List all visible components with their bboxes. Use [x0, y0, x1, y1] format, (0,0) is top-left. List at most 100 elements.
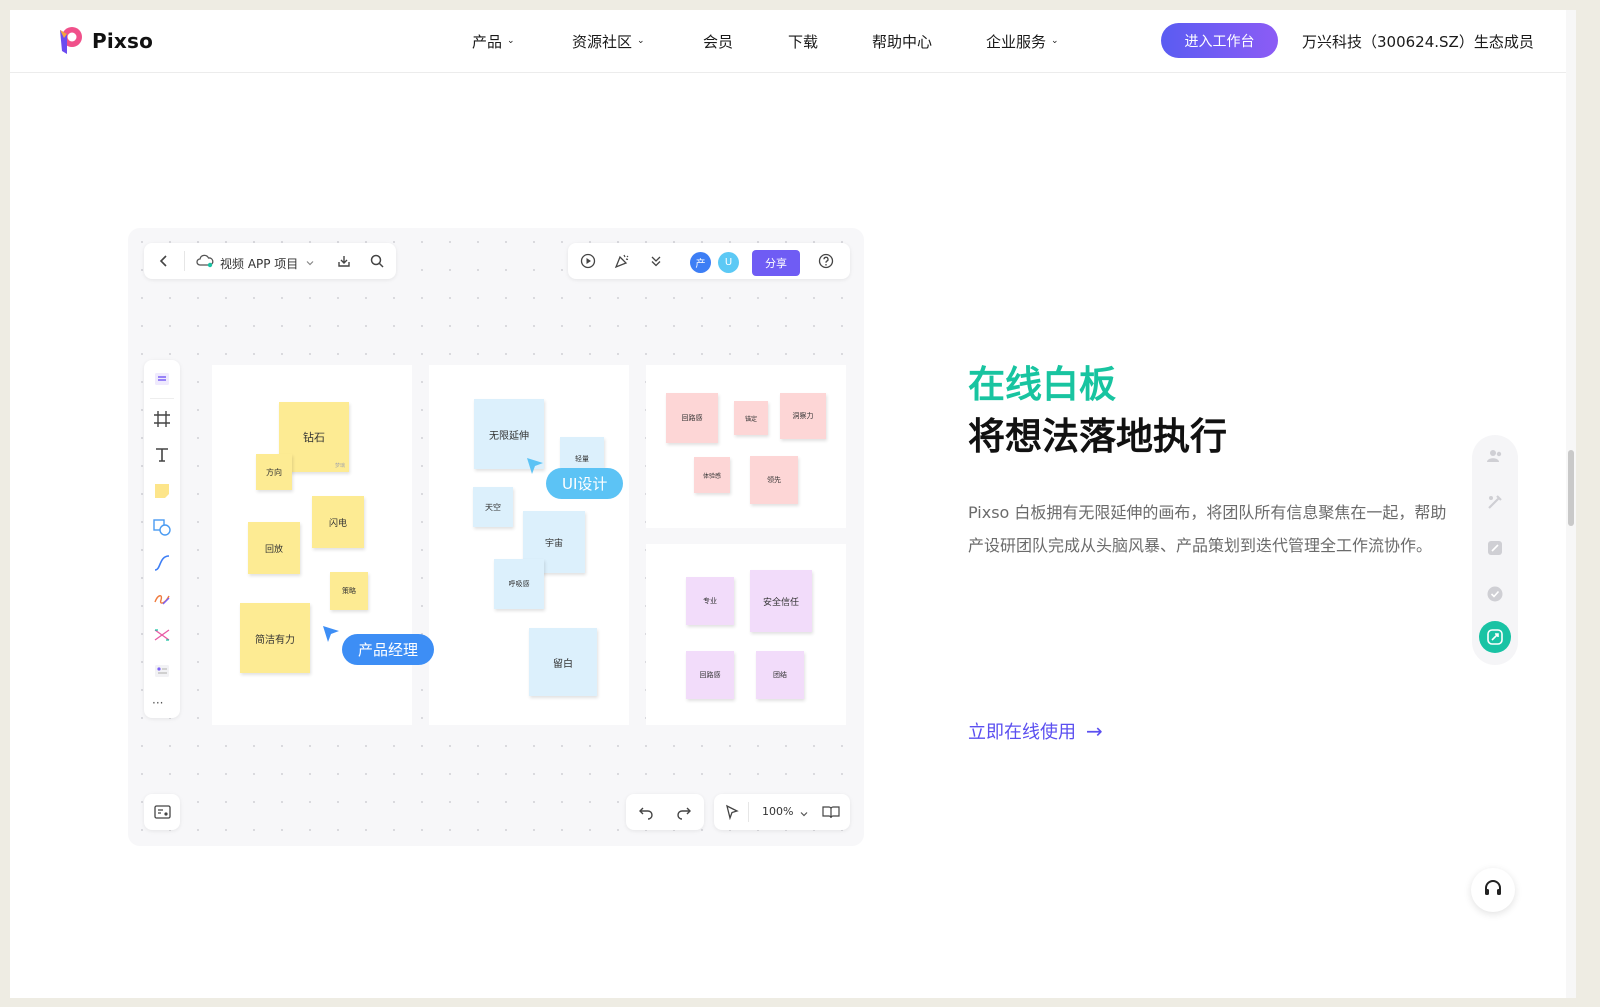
avatar[interactable]: U	[718, 252, 739, 273]
sticky-note[interactable]: 锚定	[734, 401, 768, 435]
note-text: 回路感	[699, 671, 721, 679]
note-text: 专业	[703, 597, 717, 605]
cursor-pointer-icon	[527, 458, 543, 474]
nav-item-help[interactable]: 帮助中心	[872, 31, 932, 52]
logo-text: Pixso	[92, 29, 154, 53]
more-icon[interactable]: ···	[152, 696, 163, 710]
divider	[748, 802, 749, 822]
nav-item-enterprise[interactable]: 企业服务 ⌄	[986, 31, 1059, 52]
note-text: 留白	[553, 658, 573, 670]
book-icon[interactable]	[822, 804, 840, 820]
note-text: 安全信任	[762, 597, 799, 608]
nav-item-label: 会员	[703, 33, 734, 51]
zoom-level[interactable]: 100%	[762, 805, 793, 818]
note-text: 回放	[264, 544, 283, 555]
sticky-note[interactable]: 洞察力	[780, 393, 826, 439]
sticky-note[interactable]: 体验感	[694, 457, 730, 493]
sticky-note[interactable]: 方向	[256, 454, 292, 490]
sticky-note[interactable]: 呼吸感	[494, 559, 544, 609]
connector-icon[interactable]	[153, 554, 171, 572]
frame-list-icon[interactable]	[153, 370, 171, 388]
note-text: 体验感	[702, 472, 721, 480]
celebrate-icon[interactable]	[614, 253, 630, 269]
note-text: 领先	[767, 476, 781, 484]
floating-side-bar	[1472, 435, 1518, 665]
shape-icon[interactable]	[153, 518, 171, 536]
board-top-left-toolbar: 视频 APP 项目	[144, 243, 396, 279]
avatar[interactable]: 产	[690, 252, 711, 273]
sticky-note[interactable]: 领先	[750, 456, 798, 504]
sticky-note[interactable]: 天空	[473, 487, 513, 527]
whiteboard-preview: 视频 APP 项目 产 U 分享 ··· 钻石 梦璃 方向 闪电 回放 策略 简…	[128, 228, 864, 846]
undo-icon[interactable]	[638, 804, 654, 820]
back-icon[interactable]	[156, 253, 172, 269]
sticky-note[interactable]: 闪电	[312, 496, 364, 548]
sticky-note[interactable]: 专业	[686, 577, 734, 625]
sticky-note[interactable]: 回路感	[686, 651, 734, 699]
customer-support-button[interactable]	[1471, 868, 1515, 912]
play-icon[interactable]	[580, 253, 596, 269]
hero-title: 将想法落地执行	[968, 415, 1227, 458]
project-name[interactable]: 视频 APP 项目	[220, 255, 298, 272]
select-pointer-icon[interactable]	[724, 804, 740, 821]
sticky-note[interactable]: 简洁有力	[240, 603, 310, 673]
board-section-pink: 回路感 锚定 洞察力 体验感 领先	[646, 365, 846, 528]
redo-icon[interactable]	[676, 804, 692, 820]
note-text: 团结	[773, 671, 787, 679]
browser-window: Pixso 产品 ⌄ 资源社区 ⌄ 会员 下载 帮助中心 企业服务 ⌄ 进入工作台 万…	[10, 10, 1576, 998]
sticky-note[interactable]: 团结	[756, 651, 804, 699]
note-text: 天空	[485, 502, 501, 512]
mindmap-icon[interactable]	[153, 626, 171, 644]
whiteboard-icon[interactable]	[1479, 621, 1511, 653]
nav-item-community[interactable]: 资源社区 ⌄	[572, 31, 645, 52]
ecosystem-member-text: 万兴科技（300624.SZ）生态成员	[1302, 33, 1534, 51]
sticky-note-icon[interactable]	[153, 482, 171, 500]
cursor-pointer-icon	[323, 626, 339, 642]
search-icon[interactable]	[369, 253, 385, 269]
nav-item-download[interactable]: 下载	[788, 31, 818, 52]
help-icon[interactable]	[818, 253, 834, 269]
collaborator-cursor-pm: 产品经理	[342, 634, 435, 665]
board-section-blue: 无限延伸 轻量 天空 宇宙 呼吸感 留白	[429, 365, 629, 725]
note-text: 锚定	[744, 415, 757, 423]
pen-icon[interactable]	[153, 590, 171, 608]
sticky-note[interactable]: 策略	[330, 572, 368, 610]
note-text: 闪电	[328, 518, 347, 529]
chevron-down-icon: ⌄	[1051, 35, 1059, 46]
nav-item-product[interactable]: 产品 ⌄	[472, 31, 515, 52]
text-icon[interactable]	[153, 446, 171, 464]
board-top-right-toolbar: 产 U 分享	[568, 243, 850, 279]
chevron-down-icon[interactable]	[798, 805, 814, 821]
note-text: 宇宙	[544, 538, 563, 549]
double-chevron-down-icon[interactable]	[648, 253, 664, 269]
zoom-toolbar: 100%	[714, 794, 850, 830]
sticky-note[interactable]: 安全信任	[750, 570, 812, 632]
top-nav: Pixso 产品 ⌄ 资源社区 ⌄ 会员 下载 帮助中心 企业服务 ⌄ 进入工作台 万…	[10, 10, 1576, 73]
board-section-yellow: 钻石 梦璃 方向 闪电 回放 策略 简洁有力	[212, 365, 412, 725]
prototype-icon[interactable]	[1486, 539, 1504, 557]
nav-item-membership[interactable]: 会员	[703, 31, 733, 52]
check-icon[interactable]	[1486, 585, 1504, 603]
minimap-button[interactable]	[144, 794, 180, 830]
sticky-note[interactable]: 留白	[529, 628, 597, 696]
chevron-down-icon[interactable]	[304, 254, 320, 270]
nav-item-label: 资源社区	[572, 33, 633, 51]
note-text: 洞察力	[792, 412, 814, 420]
team-icon[interactable]	[1486, 447, 1504, 465]
enter-workspace-button[interactable]: 进入工作台	[1161, 23, 1278, 58]
scrollbar-thumb[interactable]	[1568, 450, 1574, 526]
logo[interactable]: Pixso	[52, 24, 153, 58]
frame-icon[interactable]	[153, 410, 171, 428]
sticky-note[interactable]: 回路感	[666, 393, 718, 443]
note-text: 简洁有力	[255, 634, 295, 646]
hero-accent-title: 在线白板	[968, 363, 1116, 406]
use-online-link[interactable]: 立即在线使用 →	[968, 718, 1103, 744]
template-icon[interactable]	[153, 662, 171, 680]
sticky-note[interactable]: 回放	[248, 522, 300, 574]
share-button[interactable]: 分享	[752, 250, 800, 276]
chevron-down-icon: ⌄	[637, 35, 645, 46]
design-tools-icon[interactable]	[1486, 493, 1504, 511]
note-text: 策略	[342, 587, 356, 595]
download-icon[interactable]	[336, 253, 352, 269]
arrow-right-icon: →	[1086, 719, 1103, 743]
